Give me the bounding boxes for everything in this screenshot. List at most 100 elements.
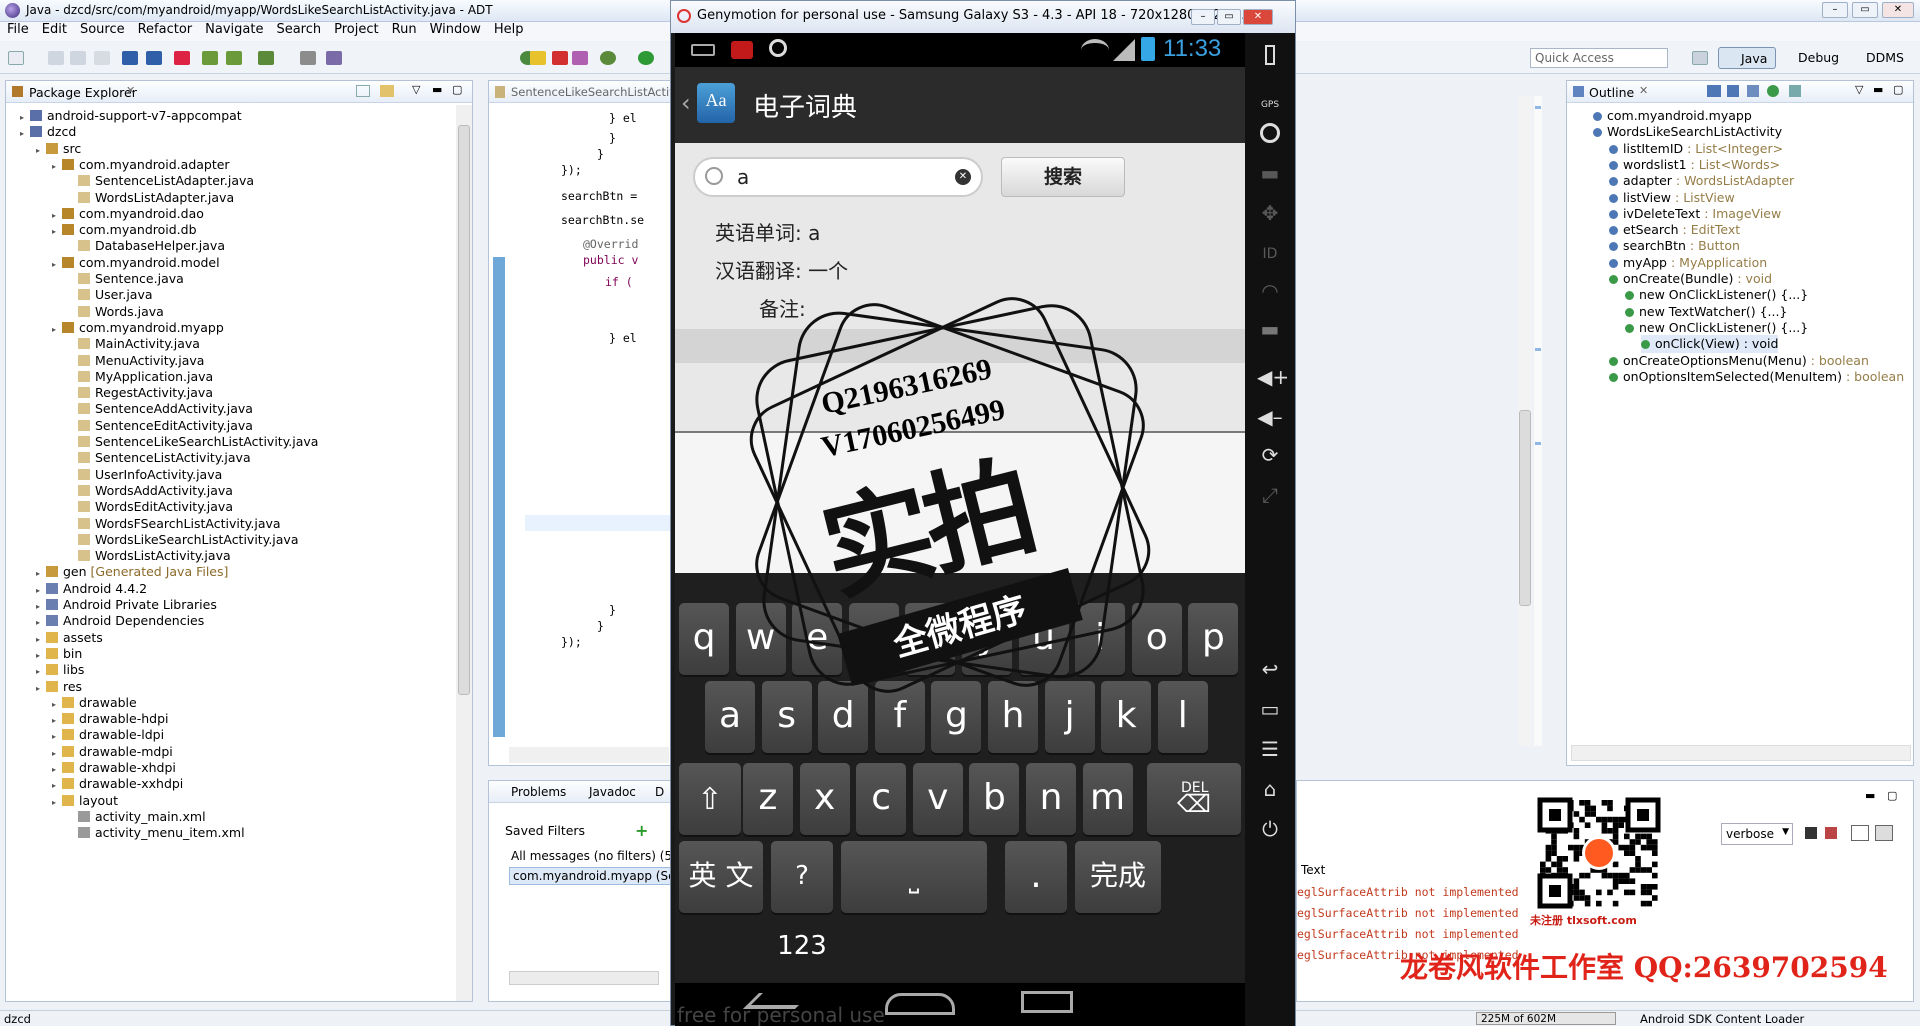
menu-window[interactable]: Window	[430, 22, 481, 37]
filter-all-messages[interactable]: All messages (no filters) (5	[511, 849, 672, 863]
memory-indicator[interactable]: 225M of 602M	[1476, 1012, 1616, 1025]
add-filter-icon[interactable]: +	[635, 821, 648, 840]
key-v[interactable]: v	[912, 763, 963, 835]
menu-navigate[interactable]: Navigate	[205, 22, 263, 37]
quick-access-input[interactable]: Quick Access	[1530, 48, 1668, 68]
back-icon[interactable]: ↩	[1257, 657, 1283, 683]
collapse-all-icon[interactable]	[356, 85, 370, 97]
key-e[interactable]: e	[792, 603, 843, 675]
search-button[interactable]: 搜索	[1001, 157, 1125, 197]
emulator-minimize-button[interactable]: –	[1191, 9, 1215, 25]
expand-toggle-icon[interactable]: ▸	[36, 680, 46, 698]
perspective-java[interactable]: Java	[1718, 47, 1776, 69]
export-icon[interactable]	[146, 51, 162, 65]
perspective-debug[interactable]: Debug	[1778, 50, 1839, 65]
tree-item[interactable]: ▸ drawable-xxhdpi	[52, 775, 183, 793]
key-r[interactable]: r	[848, 603, 899, 675]
battery-widget-icon[interactable]	[1257, 43, 1283, 69]
rotate-icon[interactable]: ⟳	[1257, 443, 1283, 469]
menu-search[interactable]: Search	[276, 22, 321, 37]
delete-key[interactable]: DEL ⌫	[1147, 763, 1241, 835]
outline-item[interactable]: myApp : MyApplication	[1609, 254, 1767, 272]
space-key[interactable]: ⎵	[841, 841, 987, 913]
menu-help[interactable]: Help	[494, 22, 524, 37]
save-icon[interactable]	[48, 51, 64, 65]
power-icon[interactable]: ⏻	[1257, 817, 1283, 843]
stop-icon[interactable]	[552, 51, 568, 65]
key-g[interactable]: g	[931, 681, 982, 753]
expand-toggle-icon[interactable]: ▸	[20, 125, 30, 143]
key-x[interactable]: x	[799, 763, 850, 835]
tree-item[interactable]: WordsListAdapter.java	[68, 189, 234, 207]
hide-static-icon[interactable]	[1747, 85, 1759, 97]
outline-item[interactable]: new OnClickListener() {...}	[1625, 319, 1808, 337]
save-all-icon[interactable]	[70, 51, 86, 65]
vertical-scrollbar[interactable]	[456, 105, 472, 1001]
done-key[interactable]: 完成	[1075, 841, 1161, 913]
gear-icon[interactable]	[600, 51, 616, 65]
close-tab-icon[interactable]: ✕	[126, 84, 135, 97]
view-menu-icon[interactable]: ▽	[1855, 83, 1863, 96]
key-p[interactable]: p	[1188, 603, 1239, 675]
key-n[interactable]: n	[1026, 763, 1076, 835]
tree-item[interactable]: Words.java	[68, 303, 164, 321]
tree-item[interactable]: Sentence.java	[68, 270, 184, 288]
outline-item[interactable]: onCreateOptionsMenu(Menu) : boolean	[1609, 352, 1869, 370]
id-widget-icon[interactable]: ID	[1257, 241, 1283, 267]
tab-javadoc[interactable]: Javadoc	[577, 785, 636, 799]
clear-log-icon[interactable]	[1825, 827, 1837, 839]
new-icon[interactable]	[8, 51, 24, 65]
outline-item[interactable]: onClick(View) : void	[1641, 335, 1779, 354]
tree-item[interactable]: ▸ bin	[36, 645, 82, 663]
shift-key[interactable]: ⇧	[679, 763, 741, 835]
editor-tab[interactable]: SentenceLikeSearchListActivity	[511, 85, 690, 99]
outline-item[interactable]: wordslist1 : List<Words>	[1609, 156, 1780, 174]
key-d[interactable]: d	[818, 681, 869, 753]
tree-item[interactable]: activity_menu_item.xml	[68, 824, 245, 842]
print-icon[interactable]	[94, 51, 110, 65]
link-editor-icon[interactable]	[380, 85, 394, 97]
search-input[interactable]: a ✕	[693, 157, 983, 197]
tree-item[interactable]: ▸ drawable-mdpi	[52, 743, 173, 761]
outline-item[interactable]: listView : ListView	[1609, 189, 1735, 207]
tree-item[interactable]: ▸ drawable	[52, 694, 137, 712]
tree-item[interactable]: ▸ assets	[36, 629, 103, 647]
tree-item[interactable]: SentenceLikeSearchListActivity.java	[68, 433, 318, 451]
tree-item[interactable]: ▸ drawable-xhdpi	[52, 759, 176, 777]
outline-item[interactable]: searchBtn : Button	[1609, 237, 1740, 255]
tree-item[interactable]: SentenceEditActivity.java	[68, 417, 253, 435]
expand-toggle-icon[interactable]: ▸	[52, 223, 62, 241]
menu-refactor[interactable]: Refactor	[138, 22, 193, 37]
tree-item[interactable]: ▸ layout	[52, 792, 118, 810]
avd-icon[interactable]	[226, 51, 242, 65]
search-icon[interactable]	[326, 51, 342, 65]
camera-widget-icon[interactable]	[1257, 121, 1283, 147]
tree-item[interactable]: ▸ Android 4.4.2	[36, 580, 147, 598]
tree-item[interactable]: ▸ com.myandroid.myapp	[52, 319, 224, 337]
menu-source[interactable]: Source	[80, 22, 125, 37]
maximize-button[interactable]: ▭	[1852, 2, 1878, 18]
expand-toggle-icon[interactable]: ▸	[52, 256, 62, 274]
tree-item[interactable]: RegestActivity.java	[68, 384, 213, 402]
emulator-maximize-button[interactable]: ▭	[1217, 9, 1241, 25]
key-f[interactable]: f	[874, 681, 925, 753]
tree-item[interactable]: ▸ com.myandroid.model	[52, 254, 220, 272]
sms-widget-icon[interactable]: ▬	[1257, 317, 1283, 343]
toggle-view-icon[interactable]	[1851, 825, 1869, 841]
tree-item[interactable]: SentenceListAdapter.java	[68, 172, 254, 190]
key-k[interactable]: k	[1101, 681, 1152, 753]
open-perspective-icon[interactable]	[1692, 51, 1708, 65]
move-widget-icon[interactable]: ✥	[1257, 201, 1283, 227]
menu-project[interactable]: Project	[334, 22, 378, 37]
editor-vscrollbar[interactable]	[1518, 96, 1532, 746]
key-w[interactable]: w	[735, 603, 786, 675]
outline-item[interactable]: ivDeleteText : ImageView	[1609, 205, 1781, 223]
menu-edit[interactable]: Edit	[42, 22, 67, 37]
english-word-row[interactable]: 英语单词: a	[715, 217, 820, 246]
pdf-icon[interactable]	[174, 51, 190, 65]
maximize-view-icon[interactable]: ▢	[1893, 83, 1903, 96]
minimize-view-icon[interactable]: ▬	[1873, 83, 1883, 96]
home-icon[interactable]	[885, 993, 955, 1015]
run-icon[interactable]	[638, 51, 654, 65]
tab-problems[interactable]: Problems	[495, 785, 566, 799]
